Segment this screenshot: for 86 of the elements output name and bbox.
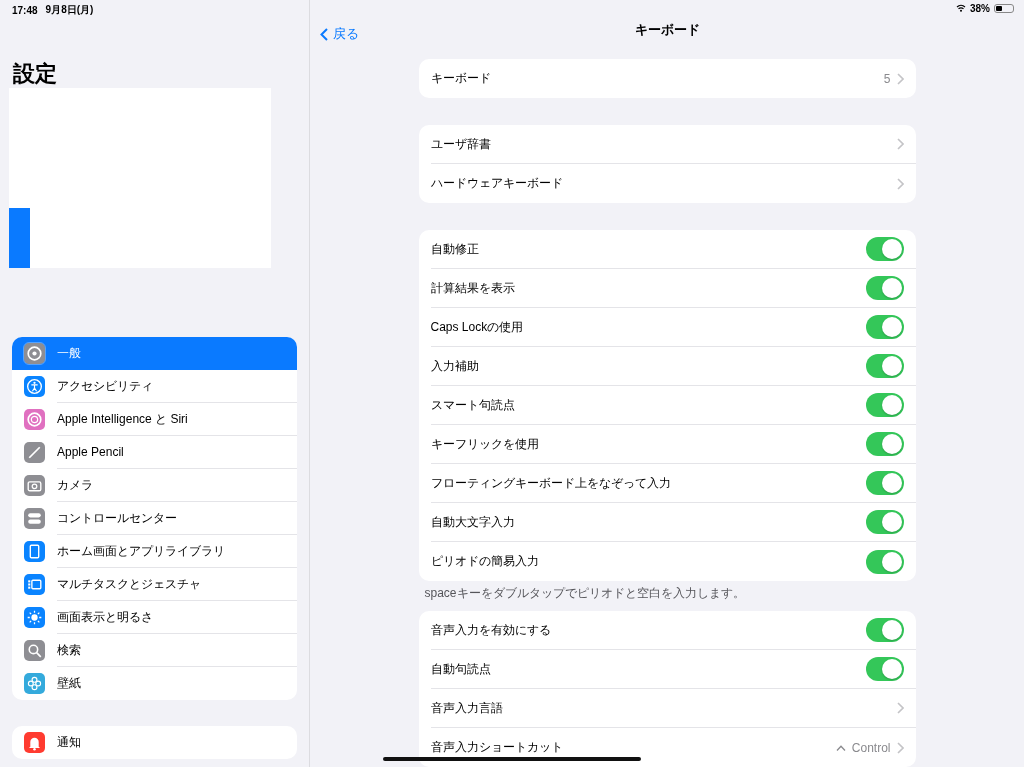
sidebar-item[interactable]: 検索	[12, 634, 297, 667]
sun-icon	[24, 607, 45, 628]
chevron-icon	[896, 702, 904, 714]
accent-bar	[9, 208, 30, 268]
toggle-switch[interactable]	[865, 432, 904, 456]
settings-row[interactable]: 音声入力言語	[418, 689, 916, 728]
sidebar-item[interactable]: アクセシビリティ	[12, 370, 297, 403]
row-label: 入力補助	[430, 357, 480, 375]
settings-row[interactable]: キーフリックを使用	[418, 425, 916, 464]
row-label: 計算結果を表示	[430, 279, 516, 297]
tablet-icon	[24, 541, 45, 562]
bell-icon	[24, 732, 45, 753]
wifi-icon	[956, 4, 966, 13]
toggle-switch[interactable]	[865, 315, 904, 339]
row-label: Caps Lockの使用	[430, 318, 525, 336]
status-date: 9月8日(月)	[45, 3, 94, 17]
search-icon	[24, 640, 45, 661]
settings-row[interactable]: キーボード 5	[418, 59, 916, 98]
status-time: 17:48	[12, 4, 38, 16]
sidebar-item[interactable]: カメラ	[12, 469, 297, 502]
multitask-icon	[24, 574, 45, 595]
sidebar-item[interactable]: 通知	[12, 726, 297, 759]
row-value: 5	[883, 71, 891, 86]
settings-row[interactable]: ユーザ辞書	[418, 125, 916, 164]
toggle-switch[interactable]	[865, 276, 904, 300]
row-label: 自動修正	[430, 240, 480, 258]
settings-row[interactable]: ハードウェアキーボード	[418, 164, 916, 203]
settings-row[interactable]: 入力補助	[418, 347, 916, 386]
settings-row[interactable]: 自動大文字入力	[418, 503, 916, 542]
sidebar-item[interactable]: 壁紙	[12, 667, 297, 700]
row-label: ハードウェアキーボード	[430, 175, 564, 192]
footer-note: spaceキーをダブルタップでピリオドと空白を入力します。	[424, 585, 746, 602]
settings-row[interactable]: 計算結果を表示	[418, 269, 916, 308]
toggle-switch[interactable]	[865, 510, 904, 534]
battery-percent: 38%	[970, 2, 990, 14]
gear-icon	[24, 343, 45, 364]
sidebar-item[interactable]: コントロールセンター	[12, 502, 297, 535]
row-label: 自動句読点	[430, 660, 492, 678]
row-label: ピリオドの簡易入力	[430, 553, 540, 570]
settings-row[interactable]: スマート句読点	[418, 386, 916, 425]
row-label: 音声入力ショートカット	[430, 739, 564, 756]
sidebar-title: 設定	[13, 60, 58, 88]
row-label: ユーザ辞書	[430, 135, 492, 153]
toggle-switch[interactable]	[865, 657, 904, 681]
sidebar-item[interactable]: 一般	[12, 337, 297, 370]
row-label: 音声入力を有効にする	[430, 621, 552, 639]
sidebar-item[interactable]: Apple Pencil	[12, 436, 297, 469]
chevron-icon	[896, 138, 904, 150]
settings-row[interactable]: Caps Lockの使用	[418, 308, 916, 347]
settings-row[interactable]: フローティングキーボード上をなぞって入力	[418, 464, 916, 503]
chevron-icon	[896, 177, 904, 190]
row-label: フローティングキーボード上をなぞって入力	[430, 474, 672, 492]
settings-row[interactable]: 自動修正	[418, 230, 916, 269]
toggle-switch[interactable]	[865, 393, 904, 417]
row-label: スマート句読点	[430, 396, 516, 414]
battery-icon	[994, 3, 1014, 13]
settings-row[interactable]: 音声入力を有効にする	[418, 611, 916, 650]
flower-icon	[24, 673, 45, 694]
toggle-switch[interactable]	[865, 237, 904, 261]
settings-row[interactable]: 音声入力ショートカット Control	[418, 728, 916, 767]
toggle-switch[interactable]	[865, 471, 904, 495]
sidebar-item[interactable]: ホーム画面とアプリライブラリ	[12, 535, 297, 568]
sidebar-item[interactable]: Apple Intelligence と Siri	[12, 403, 297, 436]
row-value: Control	[851, 740, 891, 755]
flower-icon	[24, 409, 45, 430]
chevron-left-icon	[320, 27, 328, 41]
accessibility-icon	[24, 376, 45, 397]
row-label: 音声入力言語	[430, 699, 504, 717]
row-label: 自動大文字入力	[430, 513, 516, 531]
toggle-switch[interactable]	[865, 354, 904, 378]
chevron-icon	[896, 741, 904, 754]
toggle-switch[interactable]	[865, 618, 904, 642]
switches-icon	[24, 508, 45, 529]
settings-row[interactable]: 自動句読点	[418, 650, 916, 689]
pencil-icon	[24, 442, 45, 463]
sidebar-item[interactable]: マルチタスクとジェスチャ	[12, 568, 297, 601]
caret-icon	[835, 744, 846, 751]
row-label: キーボード	[430, 70, 492, 87]
settings-row[interactable]: ピリオドの簡易入力	[418, 542, 916, 581]
back-button[interactable]: 戻る	[318, 23, 361, 46]
toggle-switch[interactable]	[865, 549, 904, 574]
page-title: キーボード	[634, 21, 700, 40]
chevron-icon	[896, 72, 904, 85]
sidebar-item[interactable]: 画面表示と明るさ	[12, 601, 297, 634]
row-label: キーフリックを使用	[430, 435, 540, 453]
camera-icon	[24, 475, 45, 496]
